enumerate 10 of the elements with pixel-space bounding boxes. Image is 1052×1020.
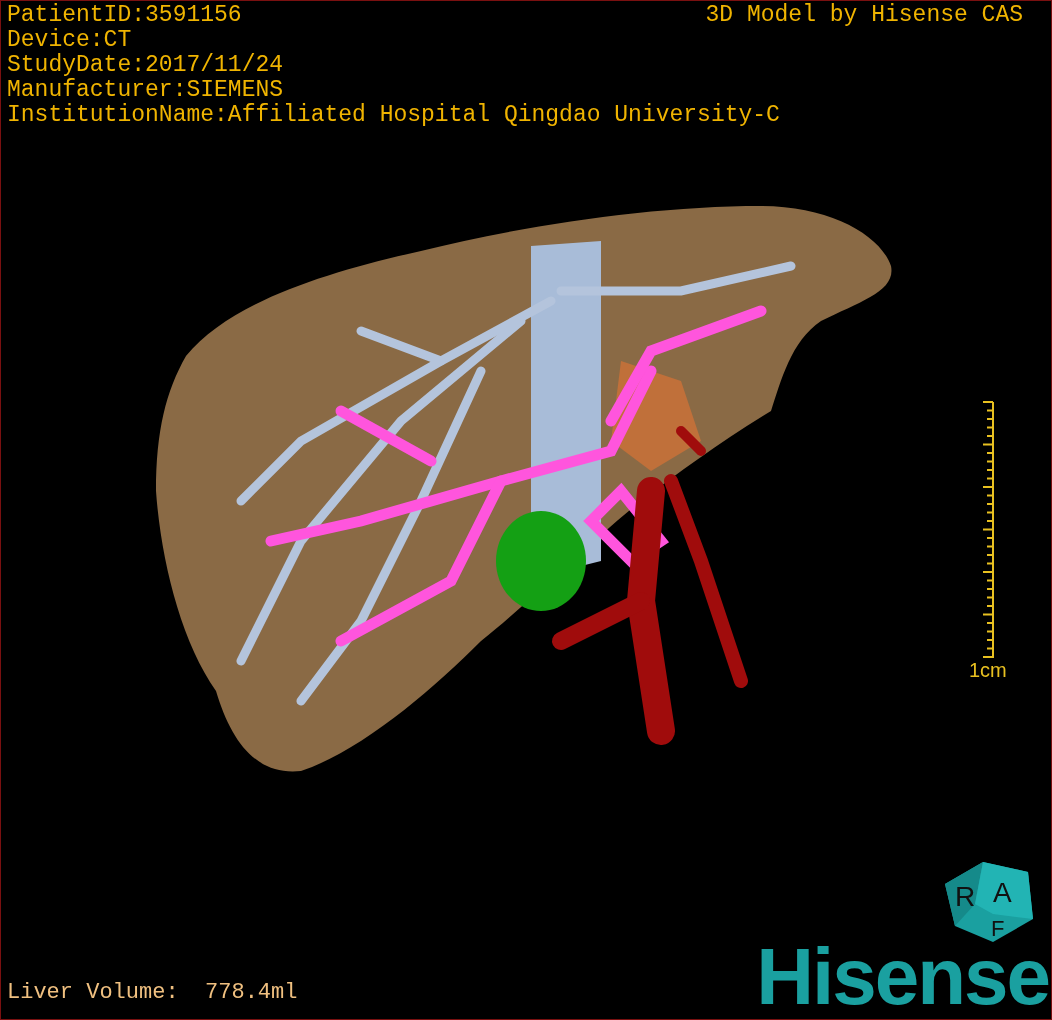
credit-text: 3D Model by Hisense CAS [705,3,1023,28]
brand-logo: Hisense [756,937,1049,1017]
scale-bar-icon [981,401,994,659]
liver-volume-text: Liver Volume: 778.4ml [7,980,298,1005]
patient-info-text: Device:CT [7,28,132,53]
patient-info-text: InstitutionName:Affiliated Hospital Qingdao University-C [7,103,780,128]
patient-info-text: StudyDate:2017/11/24 [7,53,284,78]
patient-info-text: Manufacturer:SIEMENS [7,78,284,103]
patient-info-text: PatientID:3591156 [7,3,242,28]
scale-label: 1cm [969,659,1007,682]
